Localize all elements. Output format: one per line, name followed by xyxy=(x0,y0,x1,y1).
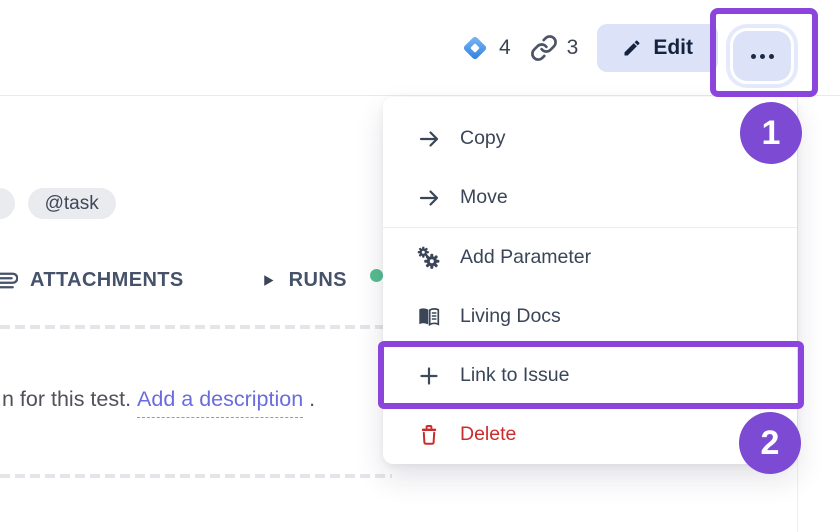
menu-item-label: Delete xyxy=(460,423,516,446)
menu-item-copy[interactable]: Copy xyxy=(383,109,797,168)
edit-button-label: Edit xyxy=(653,36,693,60)
menu-item-label: Link to Issue xyxy=(460,364,569,387)
dashed-divider-top xyxy=(0,325,386,329)
tag-label: @task xyxy=(45,193,99,215)
menu-item-living-docs[interactable]: Living Docs xyxy=(383,287,797,346)
attachments-section-header[interactable]: ATTACHMENTS xyxy=(0,267,184,294)
header-toolbar: 4 3 Edit xyxy=(0,0,840,96)
tags-row: n @task xyxy=(0,188,116,219)
menu-item-label: Add Parameter xyxy=(460,246,591,269)
more-actions-menu: Copy Move xyxy=(383,97,797,464)
arrow-right-icon xyxy=(417,186,441,210)
step-number: 2 xyxy=(761,424,780,463)
menu-item-label: Living Docs xyxy=(460,305,561,328)
dashed-divider-bottom xyxy=(0,474,392,478)
links-counter[interactable]: 3 xyxy=(530,34,579,62)
plus-icon xyxy=(417,364,441,388)
annotation-box-link-to-issue xyxy=(378,341,804,409)
menu-item-label: Move xyxy=(460,186,508,209)
edit-button[interactable]: Edit xyxy=(597,24,718,72)
more-actions-button[interactable] xyxy=(733,31,791,81)
linked-issues-counter[interactable]: 4 xyxy=(460,33,511,63)
menu-item-add-parameter[interactable]: Add Parameter xyxy=(383,228,797,287)
ellipsis-icon xyxy=(751,54,756,59)
tag-pill-partial[interactable]: n xyxy=(0,188,15,219)
step-badge-2: 2 xyxy=(739,412,801,474)
paperclip-icon xyxy=(0,267,18,294)
tag-pill-task[interactable]: @task xyxy=(28,188,116,219)
open-book-icon xyxy=(417,305,441,329)
attachments-label: ATTACHMENTS xyxy=(30,269,184,292)
trash-icon xyxy=(417,423,441,447)
step-number: 1 xyxy=(762,114,781,153)
menu-item-move[interactable]: Move xyxy=(383,168,797,227)
link-chain-icon xyxy=(530,34,558,62)
play-icon xyxy=(260,272,277,289)
runs-section-header[interactable]: RUNS xyxy=(260,269,347,292)
issue-count: 4 xyxy=(499,36,511,60)
gears-icon xyxy=(417,246,441,270)
step-badge-1: 1 xyxy=(740,102,802,164)
description-prefix: n for this test. xyxy=(2,387,137,411)
menu-item-delete[interactable]: Delete xyxy=(383,405,797,464)
menu-item-label: Copy xyxy=(460,127,506,150)
pencil-icon xyxy=(622,38,642,58)
arrow-right-icon xyxy=(417,127,441,151)
panel-divider xyxy=(797,97,798,532)
section-headers: ATTACHMENTS RUNS xyxy=(0,264,347,296)
runs-status-dot xyxy=(370,269,383,282)
link-count: 3 xyxy=(567,36,579,60)
jira-issue-icon xyxy=(460,33,490,63)
menu-item-link-to-issue[interactable]: Link to Issue xyxy=(383,346,797,405)
description-text: n for this test. Add a description . xyxy=(2,387,315,418)
runs-label: RUNS xyxy=(289,269,347,292)
description-suffix: . xyxy=(303,387,315,411)
add-description-link[interactable]: Add a description xyxy=(137,387,303,418)
